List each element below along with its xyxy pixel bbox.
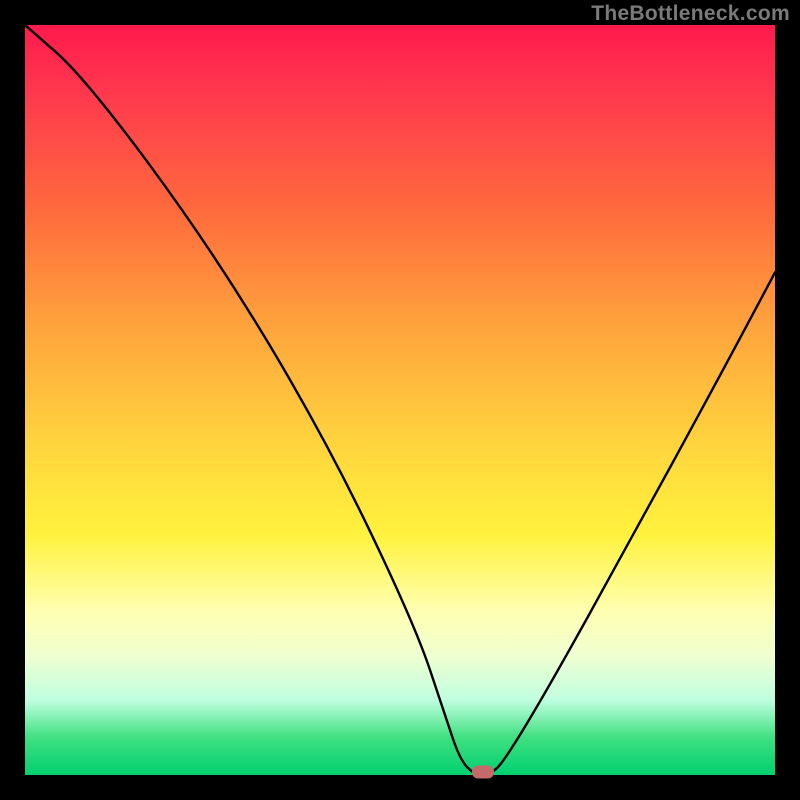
bottleneck-curve: [25, 25, 775, 775]
curve-svg: [25, 25, 775, 775]
plot-area: [25, 25, 775, 775]
chart-stage: TheBottleneck.com: [0, 0, 800, 800]
optimum-marker: [472, 766, 494, 779]
watermark-text: TheBottleneck.com: [591, 2, 790, 26]
